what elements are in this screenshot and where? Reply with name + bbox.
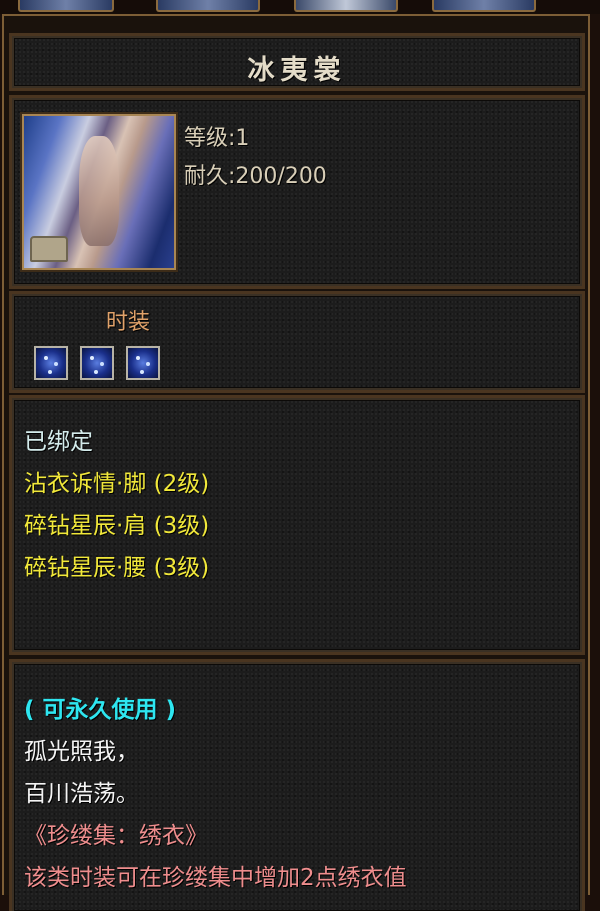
item-name: 冰夷裳 <box>247 55 347 86</box>
verse-line-1: 孤光照我， <box>24 739 139 765</box>
description-panel: ( 可永久使用 ) 孤光照我， 百川浩荡。 《珍缕集：绣衣》 该类时装可在珍缕集… <box>12 662 582 911</box>
star-gem-icon <box>34 346 68 380</box>
attributes-panel: 已绑定 沾衣诉情·脚 (2级) 碎钻星辰·肩 (3级) 碎钻星辰·腰 (3级) <box>12 398 582 652</box>
costume-robe-icon <box>22 114 176 270</box>
attribute-line: 碎钻星辰·肩 (3级) <box>24 513 210 539</box>
equipment-slot-1[interactable] <box>18 0 114 12</box>
equipment-slot-4[interactable] <box>432 0 536 12</box>
fashion-panel: 时装 <box>12 294 582 390</box>
bound-status: 已绑定 <box>24 429 93 455</box>
equipment-slot-2[interactable] <box>156 0 260 12</box>
verse-line-2: 百川浩荡。 <box>24 781 139 807</box>
robe-figure <box>79 136 119 246</box>
equipment-slot-3[interactable] <box>294 0 398 12</box>
item-level: 等级:1 <box>184 126 250 151</box>
fashion-label: 时装 <box>106 310 151 335</box>
item-tooltip: 冰夷裳 等级:1 耐久:200/200 时装 已绑定 沾衣诉情·脚 (2级) 碎… <box>2 14 590 911</box>
star-gem-icon <box>80 346 114 380</box>
attribute-line: 沾衣诉情·脚 (2级) <box>24 471 210 497</box>
top-slot-strip <box>0 0 600 14</box>
title-panel: 冰夷裳 <box>12 36 582 88</box>
item-durability: 耐久:200/200 <box>184 164 327 189</box>
collection-effect: 该类时装可在珍缕集中增加2点绣衣值 <box>24 865 407 891</box>
attribute-line: 碎钻星辰·腰 (3级) <box>24 555 210 581</box>
star-gem-icon <box>126 346 160 380</box>
fashion-tag-icon <box>30 236 68 262</box>
collection-name: 《珍缕集：绣衣》 <box>24 823 208 849</box>
item-info-panel: 等级:1 耐久:200/200 <box>12 98 582 286</box>
usage-note: ( 可永久使用 ) <box>24 697 177 723</box>
